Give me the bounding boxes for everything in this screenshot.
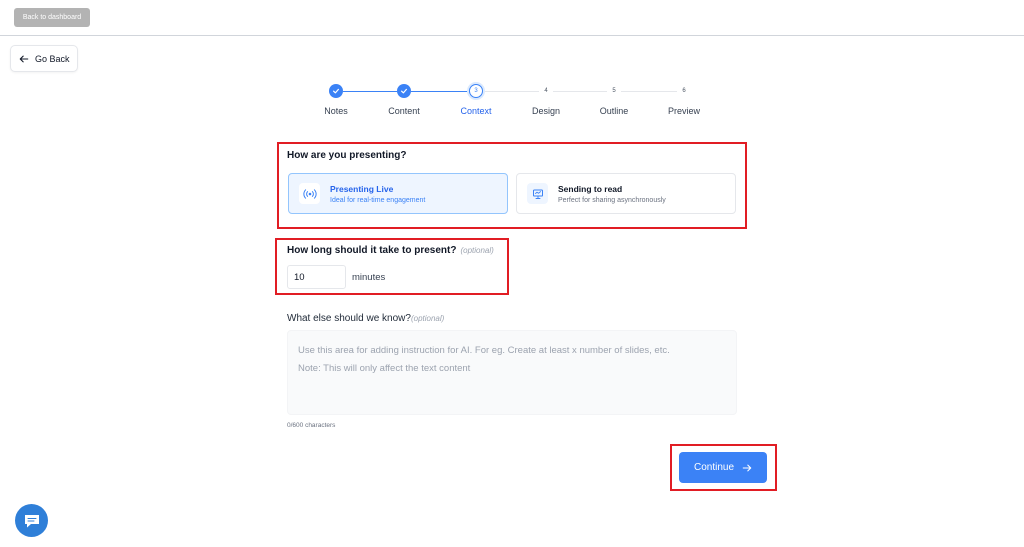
- step-content-label: Content: [388, 106, 420, 116]
- check-icon: [401, 88, 407, 94]
- step-connector: [483, 91, 539, 92]
- chat-support-button[interactable]: [15, 504, 48, 537]
- step-connector: [411, 91, 469, 92]
- step-context-circle[interactable]: 3: [469, 84, 483, 98]
- step-design-label: Design: [531, 106, 560, 116]
- notes-optional-tag: (optional): [410, 314, 445, 323]
- step-preview-circle: 6: [677, 84, 691, 98]
- step-connector: [553, 91, 607, 92]
- step-connector: [343, 91, 397, 92]
- chat-icon: [24, 514, 39, 527]
- progress-stepper: 3 4 5 6 Notes Content Context Design Out…: [0, 0, 1024, 120]
- step-outline-circle: 5: [607, 84, 621, 98]
- step-notes-label: Notes: [324, 106, 348, 116]
- step-connector: [621, 91, 677, 92]
- step-content-circle[interactable]: [397, 84, 411, 98]
- step-context-label: Context: [460, 106, 492, 116]
- highlight-presenting-section: [277, 142, 747, 229]
- character-count: 0/600 characters: [287, 422, 336, 429]
- step-notes-circle[interactable]: [329, 84, 343, 98]
- step-outline-label: Outline: [599, 106, 629, 116]
- check-icon: [333, 88, 339, 94]
- step-preview-label: Preview: [667, 106, 700, 116]
- notes-question-text: What else should we know?: [287, 313, 411, 324]
- notes-question: What else should we know?(optional): [287, 313, 444, 324]
- additional-notes-textarea[interactable]: [287, 330, 737, 415]
- highlight-duration-section: [275, 238, 509, 295]
- step-design-circle: 4: [539, 84, 553, 98]
- highlight-continue-button: [670, 444, 777, 491]
